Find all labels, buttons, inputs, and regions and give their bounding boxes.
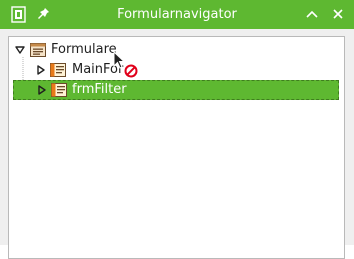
chevron-up-icon[interactable] xyxy=(300,0,324,29)
navigator-content: Formulare MainFor frmFilter xyxy=(0,29,354,259)
no-drop-icon xyxy=(124,64,138,78)
close-icon[interactable] xyxy=(326,0,350,29)
tree-item-label: frmFilter xyxy=(72,82,127,97)
forms-folder-icon xyxy=(30,43,46,57)
expand-open-icon[interactable] xyxy=(14,44,26,56)
expand-closed-icon[interactable] xyxy=(35,64,47,76)
form-tree[interactable]: Formulare MainFor frmFilter xyxy=(8,36,345,259)
form-navigator-window: Formularnavigator Formulare MainFor frmF… xyxy=(0,0,354,259)
tree-item-formulare[interactable]: Formulare xyxy=(9,40,339,60)
tree-item-frmfilter[interactable]: frmFilter xyxy=(13,80,339,100)
title-bar[interactable]: Formularnavigator xyxy=(0,0,354,29)
tree-item-label: Formulare xyxy=(51,42,117,57)
tree-item-mainform[interactable]: MainFor xyxy=(9,60,339,80)
expand-closed-icon[interactable] xyxy=(36,84,48,96)
form-icon xyxy=(51,83,67,97)
form-icon xyxy=(50,63,66,77)
